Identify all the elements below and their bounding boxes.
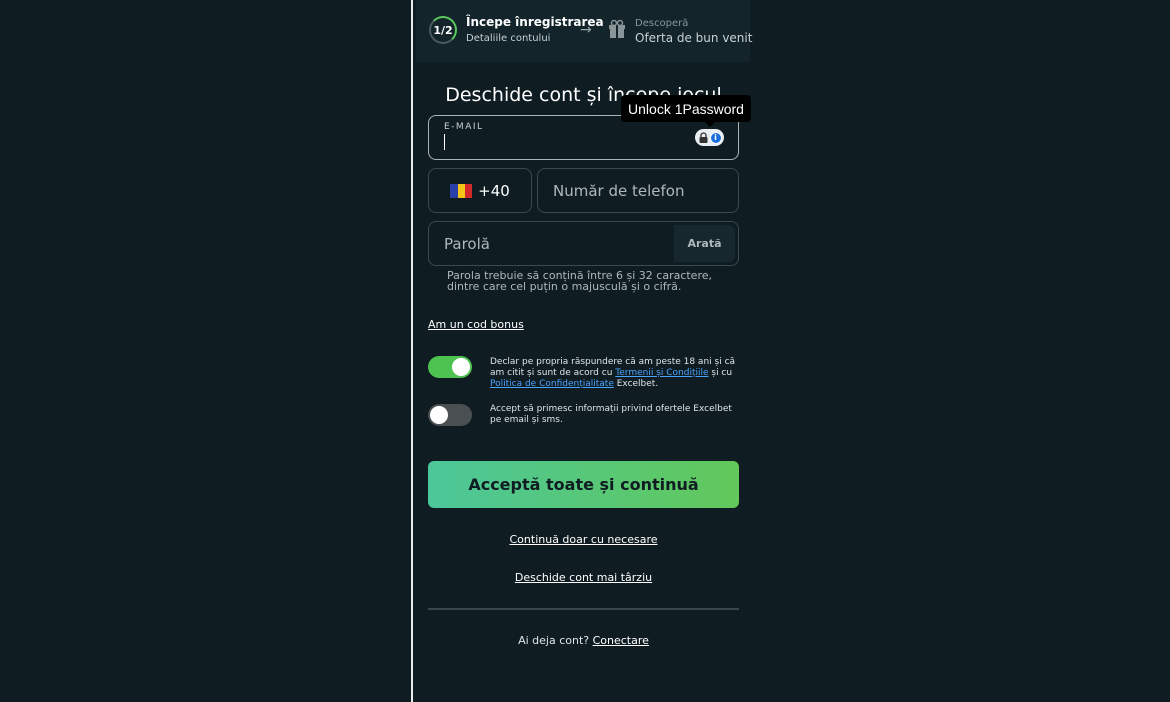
separator	[428, 608, 739, 610]
toggle-knob	[430, 406, 448, 424]
login-prompt: Ai deja cont?	[518, 634, 593, 647]
step2-kicker: Descoperă	[635, 18, 689, 29]
consent-text-part: Excelbet.	[613, 379, 659, 389]
show-password-button[interactable]: Arată	[674, 225, 735, 262]
step-progress-indicator: 1/2	[429, 16, 457, 44]
text-caret	[444, 134, 445, 150]
gift-icon	[609, 19, 625, 38]
continue-necessary-link[interactable]: Continuă doar cu necesare	[510, 533, 658, 546]
romania-flag-icon	[450, 183, 473, 198]
bonus-code-link[interactable]: Am un cod bonus	[428, 318, 524, 331]
login-link[interactable]: Conectare	[593, 634, 649, 647]
lock-icon	[699, 132, 707, 143]
onepassword-icon: i	[709, 131, 722, 144]
toggle-knob	[452, 358, 470, 376]
marketing-consent-text: Accept să primesc informații privind ofe…	[490, 404, 732, 425]
open-account-later-link-row: Deschide cont mai târziu	[428, 571, 739, 584]
country-code-select[interactable]: +40	[428, 168, 532, 213]
consent-text-part: și cu	[708, 368, 733, 378]
password-manager-button[interactable]: i	[695, 129, 724, 146]
age-consent-text: Declar pe propria răspundere că am peste…	[490, 357, 740, 390]
onepassword-tooltip: Unlock 1Password	[621, 95, 751, 122]
email-label: E-MAIL	[444, 122, 484, 132]
password-placeholder: Parolă	[444, 235, 490, 253]
privacy-policy-link[interactable]: Politica de Confidențialitate	[490, 379, 614, 389]
step2-title: Oferta de bun venit	[635, 31, 753, 45]
step1-subtitle: Detaliile contului	[466, 33, 551, 44]
age-consent-toggle[interactable]	[428, 356, 472, 378]
continue-necessary-link-row: Continuă doar cu necesare	[428, 533, 739, 546]
terms-link[interactable]: Termenii și Condițiile	[615, 368, 708, 378]
tooltip-tail	[704, 121, 716, 127]
login-row: Ai deja cont? Conectare	[428, 634, 739, 647]
phone-placeholder: Număr de telefon	[553, 182, 685, 200]
marketing-consent-toggle[interactable]	[428, 404, 472, 426]
accept-all-continue-button[interactable]: Acceptă toate și continuă	[428, 461, 739, 508]
password-hint: Parola trebuie să conțină între 6 și 32 …	[447, 269, 712, 293]
country-dial-code: +40	[478, 181, 510, 200]
arrow-right-icon: →	[580, 22, 592, 38]
open-account-later-link[interactable]: Deschide cont mai târziu	[515, 571, 652, 584]
